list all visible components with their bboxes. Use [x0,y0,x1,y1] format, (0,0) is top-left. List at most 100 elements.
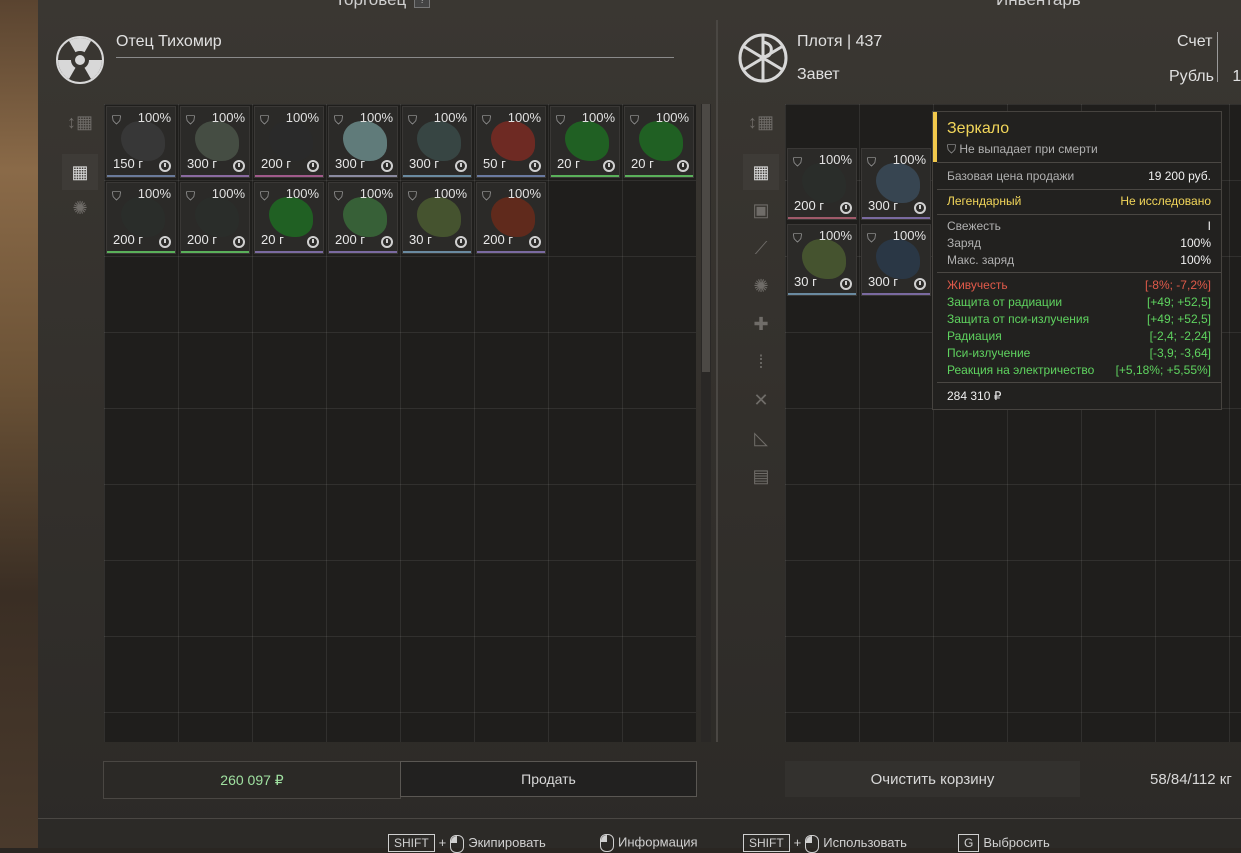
item-condition: 100% [818,152,852,167]
item-slot[interactable]: ⛉ 100% 200 г [787,148,857,220]
effect-row: Радиация [-2,4; -2,24] [947,329,1211,343]
item-slot[interactable]: ⛉ 100% 200 г [106,182,176,254]
item-slot[interactable]: ⛉ 100% 300 г [861,148,931,220]
effect-row: Защита от пси-излучения [+49; +52,5] [947,312,1211,326]
item-weight: 30 г [794,274,817,289]
rarity-bar [403,175,471,177]
artifact-image [802,163,846,203]
effect-row: Живучесть [-8%; -7,2%] [947,278,1211,292]
grid-view-icon[interactable]: ▦ [62,154,98,190]
item-weight: 300 г [187,156,218,171]
clear-cart-button[interactable]: Очистить корзину [785,761,1080,797]
clock-icon [677,160,689,172]
medkit-filter-icon[interactable]: ✚ [743,306,779,342]
rarity-bar [181,251,249,253]
rarity-bar [788,293,856,295]
shield-icon: ⛉ [112,189,122,203]
item-slot[interactable]: ⛉ 100% 30 г [402,182,472,254]
shield-icon: ⛉ [112,113,122,127]
item-weight: 200 г [794,198,825,213]
weapon-filter-icon[interactable]: ⟋ [743,230,779,266]
artifact-filter-icon[interactable]: ✺ [62,190,98,226]
artifact-image [639,121,683,161]
blueprint-filter-icon[interactable]: ◺ [743,420,779,456]
rarity-bar [255,175,323,177]
item-condition: 100% [507,110,541,125]
clock-icon [914,278,926,290]
backpack-filter-icon[interactable]: ▣ [743,192,779,228]
misc-filter-icon[interactable]: ▤ [743,458,779,494]
item-slot[interactable]: ⛉ 100% 20 г [624,106,694,178]
item-condition: 100% [285,110,319,125]
sort-icon[interactable]: ↕▦ [743,104,779,140]
trader-underline [116,57,674,58]
artifact-image [876,239,920,279]
item-slot[interactable]: ⛉ 100% 300 г [180,106,250,178]
radiation-icon [56,36,104,84]
sort-icon[interactable]: ↕▦ [62,104,98,140]
trader-scroll-thumb[interactable] [702,104,710,372]
grid-view-icon[interactable]: ▦ [743,154,779,190]
item-condition: 100% [892,228,926,243]
inventory-filter-column: ↕▦ ▦ ▣ ⟋ ✺ ✚ ⁞ ✕ ◺ ▤ [743,104,783,494]
item-weight: 30 г [409,232,432,247]
artifact-image [491,121,535,161]
item-condition: 100% [137,110,171,125]
clock-icon [159,236,171,248]
item-slot[interactable]: ⛉ 100% 50 г [476,106,546,178]
item-slot[interactable]: ⛉ 100% 150 г [106,106,176,178]
item-tooltip: Зеркало ⛉ Не выпадает при смерти Базовая… [932,111,1222,410]
clock-icon [381,160,393,172]
tooltip-total: 284 310 ₽ [947,389,1002,403]
item-condition: 100% [359,110,393,125]
tooltip-title: Зеркало [947,120,1010,137]
panel-divider [716,20,718,742]
item-weight: 200 г [187,232,218,247]
artifact-image [802,239,846,279]
artifact-image [269,121,313,161]
trader-filter-column: ↕▦ ▦ ✺ [62,104,102,226]
ammo-filter-icon[interactable]: ⁞ [743,344,779,380]
clock-icon [455,236,467,248]
base-price-row: Базовая цена продажи 19 200 руб. [947,169,1211,183]
item-slot[interactable]: ⛉ 100% 20 г [254,182,324,254]
item-weight: 300 г [868,274,899,289]
help-button[interactable]: ? [414,0,431,9]
clock-icon [455,160,467,172]
background-scene [0,0,40,848]
item-condition: 100% [433,110,467,125]
item-slot[interactable]: ⛉ 100% 30 г [787,224,857,296]
artifact-filter-icon[interactable]: ✺ [743,268,779,304]
weight-total: 58/84/112 кг [1150,771,1232,788]
item-slot[interactable]: ⛉ 100% 200 г [328,182,398,254]
item-slot[interactable]: ⛉ 100% 20 г [550,106,620,178]
artifact-image [195,121,239,161]
equip-hint: SHIFT + Экипировать [388,834,546,853]
item-weight: 300 г [868,198,899,213]
shield-icon: ⛉ [867,231,877,245]
info-hint: Информация [596,834,698,852]
item-slot[interactable]: ⛉ 100% 300 г [861,224,931,296]
item-weight: 300 г [335,156,366,171]
artifact-image [876,163,920,203]
item-condition: 100% [211,186,245,201]
item-slot[interactable]: ⛉ 100% 200 г [180,182,250,254]
clock-icon [914,202,926,214]
item-weight: 150 г [113,156,144,171]
artifact-image [121,121,165,161]
item-condition: 100% [359,186,393,201]
item-slot[interactable]: ⛉ 100% 200 г [254,106,324,178]
inventory-panel-title: Инвентарь [996,0,1081,10]
item-weight: 300 г [409,156,440,171]
item-slot[interactable]: ⛉ 100% 200 г [476,182,546,254]
artifact-image [417,197,461,237]
tools-filter-icon[interactable]: ✕ [743,382,779,418]
shield-icon: ⛉ [186,189,196,203]
sell-button[interactable]: Продать [400,761,697,797]
shield-icon: ⛉ [260,189,270,203]
item-slot[interactable]: ⛉ 100% 300 г [328,106,398,178]
trader-name: Отец Тихомир [116,33,222,50]
footer-divider [38,818,1241,819]
rarity-bar [477,251,545,253]
item-slot[interactable]: ⛉ 100% 300 г [402,106,472,178]
